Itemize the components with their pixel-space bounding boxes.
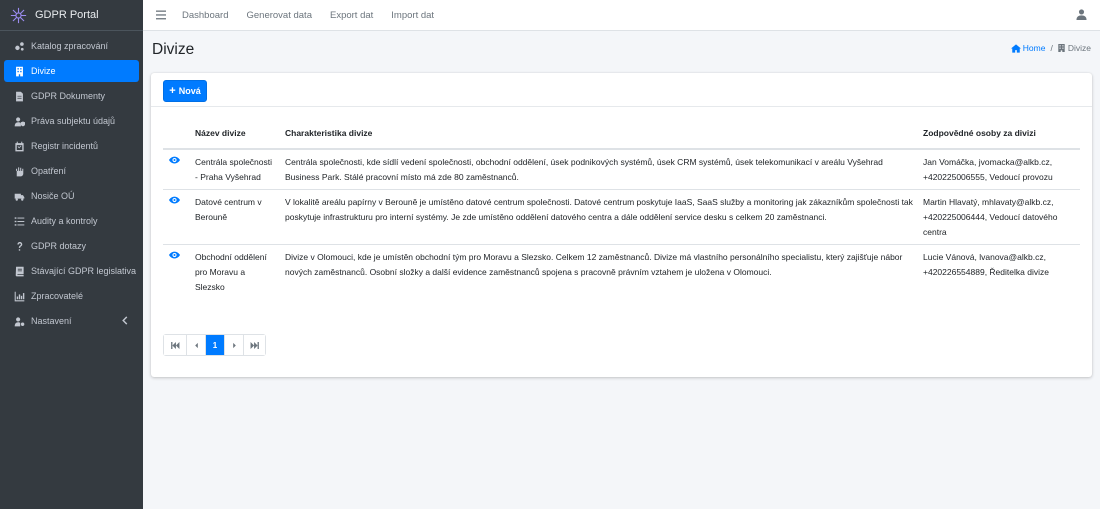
user-shield-icon bbox=[13, 116, 26, 127]
sidebar-item-label: Stávající GDPR legislativa bbox=[31, 266, 137, 276]
hand-icon bbox=[13, 166, 26, 177]
plus-icon: + bbox=[169, 84, 176, 97]
view-cell bbox=[163, 189, 195, 245]
hamburger-menu-icon[interactable] bbox=[156, 10, 168, 20]
sidebar-item-prava-subjektu[interactable]: Práva subjektu údajů bbox=[4, 110, 139, 132]
sidebar-item-opatreni[interactable]: Opatření bbox=[4, 160, 139, 182]
file-icon bbox=[13, 91, 26, 102]
new-division-button[interactable]: + Nová bbox=[163, 80, 207, 102]
sidebar-item-label: Nosiče OÚ bbox=[31, 191, 75, 201]
page-title: Divize bbox=[152, 41, 195, 58]
sidebar-item-label: Registr incidentů bbox=[31, 141, 99, 151]
sidebar-item-zpracovatele[interactable]: Zpracovatelé bbox=[4, 285, 139, 307]
divisions-table: Název divize Charakteristika divize Zodp… bbox=[163, 119, 1080, 299]
brand-title: GDPR Portal bbox=[35, 9, 99, 21]
user-icon[interactable] bbox=[1076, 9, 1087, 20]
division-responsible: Martin Hlavatý, mhlavaty@alkb.cz, +42022… bbox=[923, 189, 1080, 245]
last-page-button[interactable] bbox=[244, 335, 265, 355]
sidebar-item-label: Divize bbox=[31, 66, 56, 76]
brand[interactable]: GDPR Portal bbox=[0, 0, 143, 31]
divisions-card: + Nová Název divize Charakteristika divi… bbox=[151, 73, 1092, 377]
table-header-row: Název divize Charakteristika divize Zodp… bbox=[163, 119, 1080, 150]
calendar-icon bbox=[13, 141, 26, 152]
last-page-icon bbox=[250, 341, 259, 349]
next-page-icon bbox=[232, 342, 236, 348]
eye-icon[interactable] bbox=[169, 251, 180, 259]
sidebar-item-label: Nastavení bbox=[31, 316, 72, 326]
breadcrumb-home-label: Home bbox=[1022, 43, 1046, 53]
first-page-icon bbox=[170, 341, 179, 349]
truck-icon bbox=[13, 191, 26, 202]
view-cell bbox=[163, 245, 195, 300]
eye-icon[interactable] bbox=[169, 156, 180, 164]
cogs-icon bbox=[13, 41, 26, 52]
page-number-button[interactable]: 1 bbox=[206, 335, 225, 355]
previous-page-button[interactable] bbox=[187, 335, 206, 355]
division-description: V lokalitě areálu papírny v Berouně je u… bbox=[285, 189, 923, 245]
sidebar-item-katalog-zpracovani[interactable]: Katalog zpracování bbox=[4, 35, 139, 57]
breadcrumb-separator: / bbox=[1050, 43, 1053, 53]
nav-link-import-dat[interactable]: Import dat bbox=[391, 10, 434, 21]
first-page-button[interactable] bbox=[164, 335, 187, 355]
sidebar-item-label: Audity a kontroly bbox=[31, 216, 98, 226]
division-name: Obchodní oddělení pro Moravu a Slezsko bbox=[195, 252, 267, 292]
top-navbar: Dashboard Generovat data Export dat Impo… bbox=[143, 0, 1100, 31]
breadcrumb-current: Divize bbox=[1058, 43, 1091, 53]
sidebar-nav: Katalog zpracování Divize GDPR Dokumenty… bbox=[0, 31, 143, 332]
sidebar-item-nosice-ou[interactable]: Nosiče OÚ bbox=[4, 185, 139, 207]
chevron-left-icon[interactable] bbox=[121, 316, 129, 325]
card-header: + Nová bbox=[151, 73, 1092, 107]
chart-icon bbox=[13, 291, 26, 302]
new-button-label: Nová bbox=[178, 86, 201, 96]
division-responsible: Jan Vomáčka, jvomacka@alkb.cz, +42022500… bbox=[923, 149, 1080, 190]
brand-logo-icon bbox=[10, 7, 27, 24]
pagination: 1 bbox=[163, 334, 266, 356]
user-cog-icon bbox=[13, 316, 26, 327]
sidebar-item-divize[interactable]: Divize bbox=[4, 60, 139, 82]
sidebar-item-label: GDPR dotazy bbox=[31, 241, 87, 251]
table-row: Centrála společnosti - Praha Vyšehrad Ce… bbox=[163, 149, 1080, 190]
view-cell bbox=[163, 149, 195, 190]
nav-link-dashboard[interactable]: Dashboard bbox=[182, 10, 228, 21]
sidebar-item-label: Opatření bbox=[31, 166, 67, 176]
sidebar-item-label: GDPR Dokumenty bbox=[31, 91, 106, 101]
sidebar-item-label: Práva subjektu údajů bbox=[31, 116, 116, 126]
breadcrumb-home-link[interactable]: Home bbox=[1010, 43, 1046, 53]
home-icon bbox=[1010, 43, 1021, 53]
table-header-actions bbox=[163, 119, 195, 150]
content-header: Divize Home / Divize bbox=[143, 31, 1100, 73]
question-icon bbox=[13, 241, 26, 252]
table-row: Obchodní oddělení pro Moravu a Slezsko D… bbox=[163, 245, 1080, 300]
building-icon bbox=[13, 66, 26, 77]
sidebar: GDPR Portal Katalog zpracování Divize GD… bbox=[0, 0, 143, 509]
nav-link-export-dat[interactable]: Export dat bbox=[330, 10, 373, 21]
table-row: Datové centrum v Berouně V lokalitě areá… bbox=[163, 189, 1080, 245]
division-description: Divize v Olomouci, kde je umístěn obchod… bbox=[285, 252, 903, 277]
sidebar-item-nastaveni[interactable]: Nastavení bbox=[4, 310, 139, 332]
book-icon bbox=[13, 266, 26, 277]
eye-icon[interactable] bbox=[169, 196, 180, 204]
sidebar-item-label: Katalog zpracování bbox=[31, 41, 109, 51]
sidebar-item-stavajici-legislativa[interactable]: Stávající GDPR legislativa bbox=[4, 260, 139, 282]
sidebar-item-gdpr-dokumenty[interactable]: GDPR Dokumenty bbox=[4, 85, 139, 107]
breadcrumb-current-label: Divize bbox=[1067, 43, 1091, 53]
breadcrumb: Home / Divize bbox=[1010, 43, 1091, 53]
nav-link-generovat-data[interactable]: Generovat data bbox=[246, 10, 312, 21]
table-header-description[interactable]: Charakteristika divize bbox=[285, 119, 923, 150]
division-responsible: Lucie Vánová, lvanova@alkb.cz, +42022655… bbox=[923, 252, 1049, 277]
list-icon bbox=[13, 216, 26, 227]
building-icon bbox=[1058, 44, 1065, 52]
sidebar-item-gdpr-dotazy[interactable]: GDPR dotazy bbox=[4, 235, 139, 257]
table-header-responsible[interactable]: Zodpovědné osoby za divizi bbox=[923, 119, 1080, 150]
division-name: Centrála společnosti - Praha Vyšehrad bbox=[195, 149, 285, 190]
sidebar-item-audity-a-kontroly[interactable]: Audity a kontroly bbox=[4, 210, 139, 232]
sidebar-item-registr-incidentu[interactable]: Registr incidentů bbox=[4, 135, 139, 157]
division-name: Datové centrum v Berouně bbox=[195, 189, 285, 245]
division-description: Centrála společnosti, kde sídlí vedení s… bbox=[285, 149, 923, 190]
previous-page-icon bbox=[194, 342, 198, 348]
next-page-button[interactable] bbox=[225, 335, 244, 355]
table-header-name[interactable]: Název divize bbox=[195, 119, 285, 150]
sidebar-item-label: Zpracovatelé bbox=[31, 291, 84, 301]
